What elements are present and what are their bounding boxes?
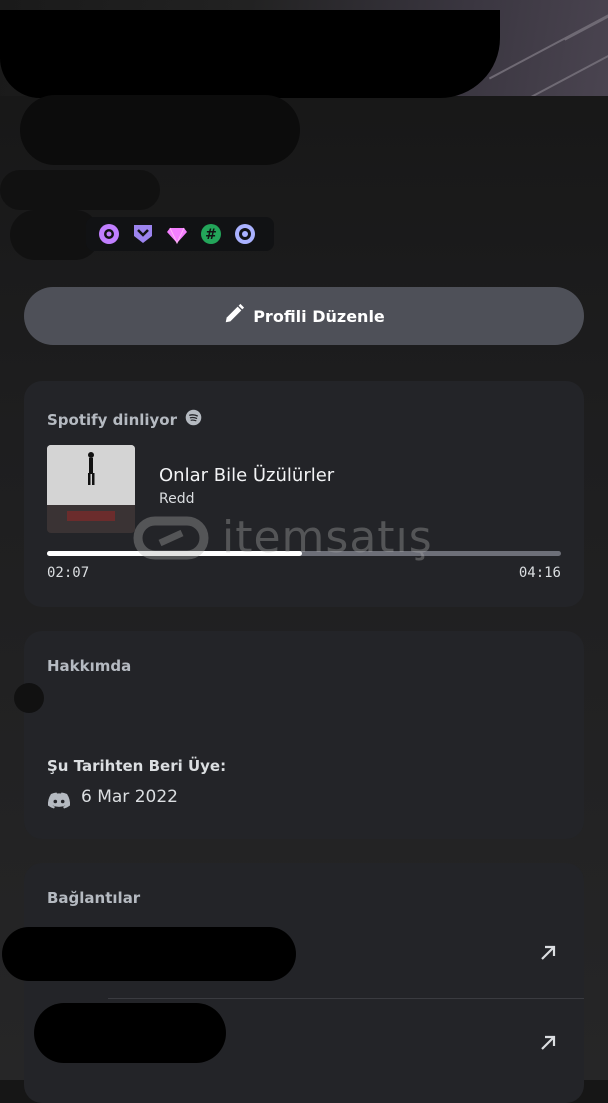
nitro-gem-icon[interactable] <box>164 221 190 247</box>
redacted-username <box>0 170 160 210</box>
artist-name[interactable]: Redd <box>159 491 195 507</box>
discord-logo-icon <box>47 791 71 815</box>
external-link-icon[interactable] <box>538 1033 558 1053</box>
redacted-bio <box>14 683 44 713</box>
redacted-name <box>20 95 300 165</box>
external-link-icon[interactable] <box>538 943 558 963</box>
nitro-orbit-icon[interactable] <box>96 221 122 247</box>
redacted-connection-1 <box>2 927 296 981</box>
song-title[interactable]: Onlar Bile Üzülürler <box>159 465 334 486</box>
spotify-title: Spotify dinliyor <box>47 410 178 429</box>
hashtag-badge-icon[interactable]: # <box>198 221 224 247</box>
spotify-title-row: Spotify dinliyor <box>47 409 202 430</box>
about-title: Hakkımda <box>47 657 132 675</box>
redacted-connection-2 <box>34 1003 226 1063</box>
connections-divider <box>108 998 584 999</box>
quest-badge-icon[interactable] <box>232 221 258 247</box>
watermark-text: itemsatış <box>222 512 433 563</box>
spotify-icon[interactable] <box>185 409 202 430</box>
watermark: itemsatış <box>130 512 433 563</box>
hypesquad-icon[interactable] <box>130 221 156 247</box>
pencil-icon <box>223 303 245 329</box>
edit-profile-label: Profili Düzenle <box>253 306 385 326</box>
total-time: 04:16 <box>518 565 561 581</box>
member-since-date: 6 Mar 2022 <box>81 787 178 807</box>
redacted-avatar <box>0 10 500 98</box>
album-cover[interactable] <box>47 445 135 533</box>
member-since-label: Şu Tarihten Beri Üye: <box>47 757 227 775</box>
connections-card: Bağlantılar <box>2 863 584 1103</box>
current-time: 02:07 <box>47 565 90 581</box>
svg-text:#: # <box>205 227 217 243</box>
about-card: Hakkımda Şu Tarihten Beri Üye: 6 Mar 202… <box>14 631 584 839</box>
badge-row: # <box>86 217 274 251</box>
spotify-card: Spotify dinliyor Onlar Bile Üzülürler Re… <box>24 381 584 607</box>
edit-profile-button[interactable]: Profili Düzenle <box>24 287 584 345</box>
connections-title: Bağlantılar <box>47 889 141 907</box>
